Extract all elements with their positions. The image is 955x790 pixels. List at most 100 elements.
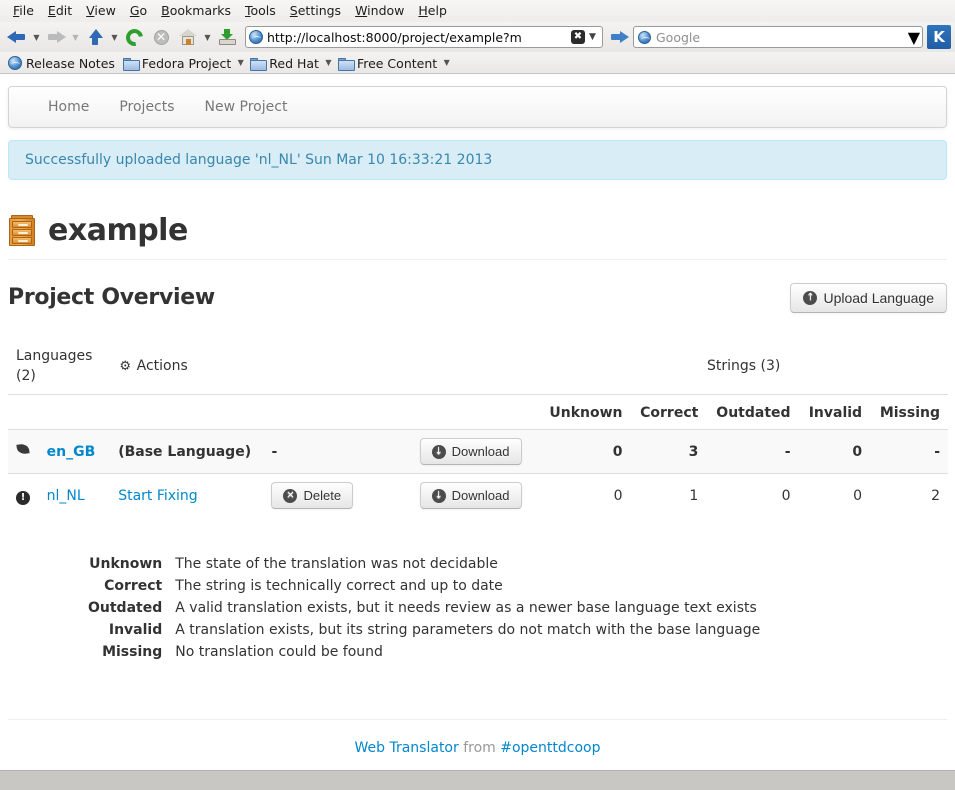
- bookmark-bar: Release Notes Fedora Project ▼ Red Hat ▼…: [0, 52, 955, 74]
- bookmark-redhat-dropdown-icon[interactable]: ▼: [323, 53, 334, 73]
- column-outdated: Outdated: [716, 405, 791, 421]
- download-button-en-gb[interactable]: ↓ Download: [419, 438, 522, 465]
- go-button[interactable]: [606, 24, 632, 50]
- menu-bar: FFileile Edit View Go Bookmarks Tools Se…: [0, 0, 955, 22]
- row-language-cell: en_GB: [38, 429, 111, 474]
- languages-table: Languages (2) ⚙ Actions Strings (3) Unkn…: [8, 338, 948, 517]
- search-dropdown-icon[interactable]: ▼: [908, 28, 920, 47]
- header-actions: ⚙ Actions: [110, 338, 540, 395]
- reload-button[interactable]: [121, 24, 147, 50]
- back-history-dropdown[interactable]: ▼: [31, 24, 42, 50]
- row-status-cell: !: [8, 473, 39, 517]
- stop-button[interactable]: ✕: [148, 24, 174, 50]
- circle-arrow-down-icon: ↓: [431, 488, 446, 503]
- status-legend: Unknown The state of the translation was…: [8, 553, 947, 663]
- kde-logo-icon[interactable]: K: [927, 25, 951, 49]
- footer-app-link[interactable]: Web Translator: [355, 740, 459, 756]
- menu-bookmarks[interactable]: Bookmarks: [154, 1, 238, 21]
- upload-language-button[interactable]: ↑ Upload Language: [790, 283, 947, 313]
- download-button-nl-nl[interactable]: ↓ Download: [419, 482, 522, 509]
- legend-row: Unknown The state of the translation was…: [8, 553, 761, 575]
- search-engine-icon: [638, 30, 651, 44]
- nav-item-new-project[interactable]: New Project: [190, 87, 303, 127]
- address-bar[interactable]: http://localhost:8000/project/example?m …: [245, 26, 603, 48]
- folder-icon: [250, 57, 268, 71]
- menu-view[interactable]: View: [79, 1, 123, 21]
- legend-key-unknown: Unknown: [89, 556, 163, 572]
- globe-icon: [8, 55, 22, 70]
- footer-middle-text: from: [463, 740, 496, 756]
- search-input[interactable]: Google: [651, 30, 908, 45]
- forward-history-dropdown[interactable]: ▼: [70, 24, 81, 50]
- footer-channel-link[interactable]: #openttdcoop: [500, 740, 600, 756]
- legend-row: Outdated A valid translation exists, but…: [8, 597, 761, 619]
- bookmark-label: Free Content: [356, 55, 438, 71]
- menu-window[interactable]: Window: [348, 1, 411, 21]
- save-button[interactable]: [214, 24, 240, 50]
- menu-go[interactable]: Go: [123, 1, 154, 21]
- nav-item-home[interactable]: Home: [33, 87, 104, 127]
- web-page: Home Projects New Project Successfully u…: [0, 86, 955, 758]
- menu-edit[interactable]: Edit: [41, 1, 79, 21]
- home-dropdown[interactable]: ▼: [202, 24, 213, 50]
- bookmark-label: Red Hat: [269, 55, 319, 71]
- page-header: example: [8, 212, 947, 260]
- language-link-en-gb[interactable]: en_GB: [47, 444, 96, 460]
- count-correct: 3: [630, 429, 707, 474]
- legend-row: Missing No translation could be found: [8, 641, 761, 663]
- bookmark-fedora-dropdown-icon[interactable]: ▼: [235, 53, 246, 73]
- overview-header-row: Project Overview ↑ Upload Language: [8, 280, 947, 316]
- menu-help[interactable]: Help: [411, 1, 454, 21]
- menu-file[interactable]: FFileile: [6, 1, 41, 21]
- home-icon: [179, 29, 197, 45]
- row-startfixing-cell: Start Fixing: [110, 473, 264, 517]
- bookmark-release-notes[interactable]: Release Notes: [4, 55, 119, 71]
- back-arrow-icon: [7, 28, 27, 46]
- menu-tools[interactable]: Tools: [238, 1, 283, 21]
- upload-language-label: Upload Language: [823, 290, 934, 306]
- table-head: Languages (2) ⚙ Actions Strings (3) Unkn…: [8, 338, 948, 430]
- table-row: en_GB (Base Language) - ↓ Download 0 3 -…: [8, 429, 948, 474]
- menu-settings[interactable]: Settings: [283, 1, 348, 21]
- count-invalid: 0: [798, 473, 871, 517]
- legend-row: Correct The string is technically correc…: [8, 575, 761, 597]
- legend-row: Invalid A translation exists, but its st…: [8, 619, 761, 641]
- bookmark-free-content[interactable]: Free Content: [334, 55, 441, 71]
- bookmark-label: Fedora Project: [141, 55, 232, 71]
- legend-key-missing: Missing: [102, 644, 163, 660]
- save-icon: [218, 29, 236, 45]
- page-title: example: [48, 213, 188, 248]
- clear-url-icon[interactable]: ✖: [571, 30, 585, 44]
- browser-window: FFileile Edit View Go Bookmarks Tools Se…: [0, 0, 955, 790]
- row-download-cell: ↓ Download: [411, 429, 540, 474]
- start-fixing-link[interactable]: Start Fixing: [118, 488, 198, 504]
- nav-item-projects[interactable]: Projects: [104, 87, 189, 127]
- bookmark-freecontent-dropdown-icon[interactable]: ▼: [441, 53, 452, 73]
- bookmark-red-hat[interactable]: Red Hat: [246, 55, 323, 71]
- table-column-header-row: Unknown Correct Outdated Invalid Missing: [8, 395, 948, 430]
- section-title: Project Overview: [8, 285, 215, 310]
- url-text: http://localhost:8000/project/example?m: [267, 29, 522, 45]
- filing-cabinet-icon: [8, 215, 36, 247]
- language-link-nl-nl[interactable]: nl_NL: [47, 488, 85, 504]
- status-bar: [0, 770, 955, 790]
- forward-button[interactable]: [43, 24, 69, 50]
- column-missing: Missing: [879, 405, 940, 421]
- home-button[interactable]: [175, 24, 201, 50]
- go-arrow-icon: [609, 28, 629, 46]
- up-dropdown[interactable]: ▼: [109, 24, 120, 50]
- count-missing: 2: [870, 473, 948, 517]
- page-globe-icon: [249, 30, 263, 44]
- up-button[interactable]: [82, 24, 108, 50]
- row-status-cell: [8, 429, 39, 474]
- bookmark-fedora-project[interactable]: Fedora Project: [119, 55, 235, 71]
- back-button[interactable]: [4, 24, 30, 50]
- delete-button-nl-nl[interactable]: ✕ Delete: [271, 482, 354, 509]
- page-footer: Web Translator from #openttdcoop: [8, 738, 947, 758]
- row-fix-cell: -: [263, 429, 412, 474]
- url-dropdown-icon[interactable]: ▼: [585, 32, 600, 42]
- row-language-cell: nl_NL: [38, 473, 111, 517]
- count-unknown: 0: [539, 429, 631, 474]
- search-bar[interactable]: Google ▼: [633, 26, 923, 48]
- row-download-cell: ↓ Download: [411, 473, 540, 517]
